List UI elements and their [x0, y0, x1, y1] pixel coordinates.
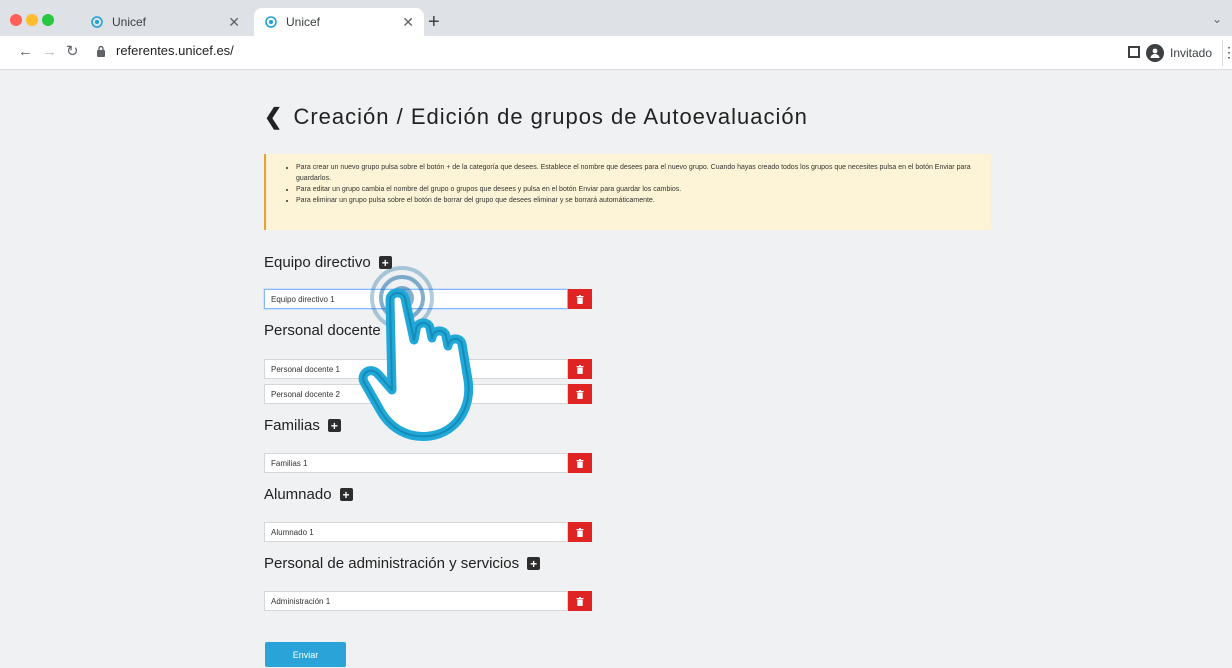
group-row	[264, 522, 592, 542]
section-alumnado: Alumnado +	[264, 486, 353, 503]
section-label: Alumnado	[264, 486, 332, 503]
tab-title: Unicef	[286, 15, 321, 29]
back-chevron-icon[interactable]: ❮	[264, 104, 283, 130]
tap-hand-icon	[358, 266, 474, 441]
submit-button[interactable]: Enviar	[265, 642, 346, 667]
unicef-favicon-icon	[90, 15, 104, 29]
back-arrow-icon[interactable]: ←	[18, 44, 33, 60]
trash-icon	[576, 364, 584, 374]
forward-arrow-icon[interactable]: →	[42, 44, 57, 60]
add-group-button[interactable]: +	[327, 419, 341, 432]
add-group-button[interactable]: +	[339, 488, 353, 501]
trash-icon	[576, 527, 584, 537]
group-row	[264, 591, 592, 611]
instruction-item: Para crear un nuevo grupo pulsa sobre el…	[296, 162, 977, 184]
trash-icon	[576, 596, 584, 606]
reload-icon[interactable]: ↻	[66, 44, 79, 60]
minimize-window-button[interactable]	[26, 14, 38, 26]
section-familias: Familias +	[264, 417, 341, 434]
add-group-button[interactable]: +	[527, 557, 541, 570]
instructions-box: Para crear un nuevo grupo pulsa sobre el…	[264, 154, 991, 230]
trash-icon	[576, 458, 584, 468]
side-panel-icon[interactable]	[1128, 46, 1140, 58]
close-tab-icon[interactable]: ✕	[228, 14, 240, 31]
group-name-input[interactable]	[264, 591, 568, 611]
trash-icon	[576, 294, 584, 304]
page-heading: ❮ Creación / Edición de grupos de Autoev…	[264, 104, 808, 130]
delete-group-button[interactable]	[568, 453, 592, 473]
page-title: Creación / Edición de grupos de Autoeval…	[293, 104, 808, 129]
more-menu-icon[interactable]: ⋮	[1222, 44, 1232, 61]
lock-icon	[96, 45, 106, 57]
group-row	[264, 453, 592, 473]
delete-group-button[interactable]	[568, 359, 592, 379]
group-name-input[interactable]	[264, 453, 568, 473]
profile-label: Invitado	[1170, 46, 1213, 60]
maximize-window-button[interactable]	[42, 14, 54, 26]
browser-tab-1[interactable]: Unicef ✕	[80, 8, 250, 36]
instruction-item: Para editar un grupo cambia el nombre de…	[296, 184, 977, 195]
section-label: Personal de administración y servicios	[264, 555, 520, 572]
url-text: referentes.unicef.es/	[116, 43, 234, 58]
address-bar[interactable]: referentes.unicef.es/	[96, 43, 234, 58]
avatar-icon	[1146, 44, 1164, 62]
delete-group-button[interactable]	[568, 591, 592, 611]
tab-strip: Unicef ✕ Unicef ✕ + ⌄	[0, 0, 1232, 36]
browser-toolbar: ← → ↻ referentes.unicef.es/ Invitado ⋮	[0, 36, 1232, 70]
section-label: Familias	[264, 417, 320, 434]
instruction-item: Para eliminar un grupo pulsa sobre el bo…	[296, 195, 977, 206]
delete-group-button[interactable]	[568, 384, 592, 404]
delete-group-button[interactable]	[568, 289, 592, 309]
tab-title: Unicef	[112, 15, 147, 29]
unicef-favicon-icon	[264, 15, 278, 29]
browser-tab-2[interactable]: Unicef ✕	[254, 8, 424, 36]
new-tab-icon[interactable]: +	[428, 12, 440, 32]
delete-group-button[interactable]	[568, 522, 592, 542]
group-name-input[interactable]	[264, 522, 568, 542]
close-tab-icon[interactable]: ✕	[402, 14, 414, 31]
section-administracion: Personal de administración y servicios +	[264, 555, 541, 572]
profile-button[interactable]: Invitado	[1146, 40, 1224, 66]
tab-search-icon[interactable]: ⌄	[1212, 12, 1222, 26]
close-window-button[interactable]	[10, 14, 22, 26]
trash-icon	[576, 389, 584, 399]
